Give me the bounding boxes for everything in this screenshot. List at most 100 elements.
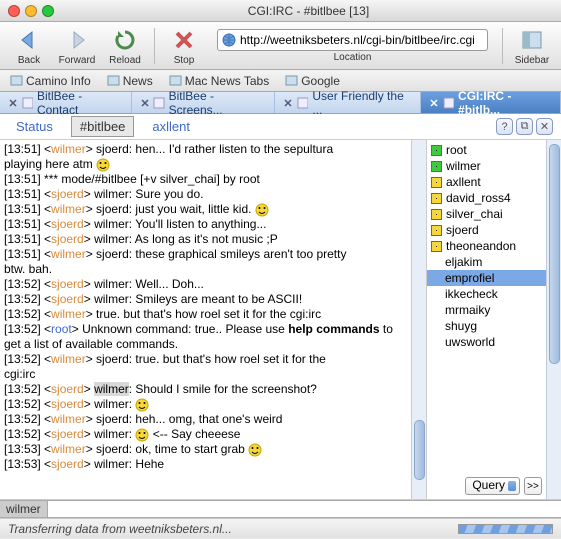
chat-line: [13:53] <wilmer> sjoerd: ok, time to sta… [4, 442, 407, 457]
stop-icon [170, 26, 198, 54]
status-text: Transferring data from weetniksbeters.nl… [8, 522, 232, 536]
browser-tab[interactable]: CGI:IRC - #bitlb... [421, 92, 561, 113]
irc-tabs: Status #bitlbee axllent ?⧉✕ [0, 114, 561, 140]
chat-log: [13:51] <wilmer> sjoerd: hen... I'd rath… [0, 140, 411, 499]
user-row[interactable]: eljakim [427, 254, 546, 270]
page-icon [22, 97, 33, 109]
page-icon [297, 97, 308, 109]
browser-tabs: BitlBee - ContactBitlBee - Screens...Use… [0, 92, 561, 114]
smile-icon [135, 428, 149, 442]
chat-line: [13:52] <sjoerd> wilmer: Smileys are mea… [4, 292, 407, 307]
user-row[interactable]: ·wilmer [427, 158, 546, 174]
chat-line: [13:52] <sjoerd> wilmer: Should I smile … [4, 382, 407, 397]
user-row[interactable]: ikkecheck [427, 286, 546, 302]
back-arrow-icon [15, 26, 43, 54]
url-text: http://weetniksbeters.nl/cgi-bin/bitlbee… [240, 33, 475, 47]
user-row[interactable]: ·david_ross4 [427, 190, 546, 206]
chat-line: [13:52] <sjoerd> wilmer: <-- Say cheeese [4, 427, 407, 442]
user-scrollbar[interactable] [546, 140, 561, 499]
pm-tab[interactable]: axllent [144, 117, 198, 136]
browser-tab[interactable]: BitlBee - Contact [0, 92, 132, 113]
bookmark-icon [107, 74, 120, 87]
user-status-icon: · [431, 193, 442, 204]
globe-icon [222, 33, 236, 47]
url-field[interactable]: http://weetniksbeters.nl/cgi-bin/bitlbee… [217, 29, 488, 51]
chat-line: [13:53] <sjoerd> wilmer: Hehe [4, 457, 407, 472]
chat-line: [13:51] <sjoerd> wilmer: You'll listen t… [4, 217, 407, 232]
smile-icon [96, 158, 110, 172]
chat-line: [13:51] <sjoerd> wilmer: Sure you do. [4, 187, 407, 202]
help-button[interactable]: ? [496, 118, 513, 135]
chat-line: [13:51] <sjoerd> wilmer: As long as it's… [4, 232, 407, 247]
status-bar: Transferring data from weetniksbeters.nl… [0, 518, 561, 538]
chat-scrollbar[interactable] [411, 140, 426, 499]
chat-line: [13:52] <sjoerd> wilmer: [4, 397, 407, 412]
bookmark-icon [169, 74, 182, 87]
chat-line: [13:52] <sjoerd> wilmer: Well... Doh... [4, 277, 407, 292]
user-row[interactable]: ·theoneandon [427, 238, 546, 254]
chat-input[interactable] [48, 501, 561, 517]
bookmark-icon [10, 74, 23, 87]
window-close-button[interactable] [8, 5, 20, 17]
user-status-icon: · [431, 145, 442, 156]
user-row[interactable]: emprofiel [427, 270, 546, 286]
forward-button[interactable]: Forward [56, 26, 98, 66]
user-list: ·root·wilmer·axllent·david_ross4·silver_… [427, 140, 546, 473]
chat-line: [13:52] <root> Unknown command: true.. P… [4, 322, 407, 352]
user-row[interactable]: ·silver_chai [427, 206, 546, 222]
forward-arrow-icon [63, 26, 91, 54]
close-button[interactable]: ✕ [536, 118, 553, 135]
bookmark-item[interactable]: Google [279, 73, 346, 89]
user-row[interactable]: mrmaiky [427, 302, 546, 318]
bookmark-icon [285, 74, 298, 87]
tab-close-icon[interactable] [140, 98, 150, 108]
bookmark-item[interactable]: News [101, 73, 159, 89]
query-select[interactable]: Query [465, 477, 520, 495]
status-tab[interactable]: Status [8, 117, 61, 136]
smile-icon [135, 398, 149, 412]
window-zoom-button[interactable] [42, 5, 54, 17]
sidebar-button[interactable]: Sidebar [511, 26, 553, 66]
channel-tab[interactable]: #bitlbee [71, 116, 135, 137]
user-row[interactable]: ·axllent [427, 174, 546, 190]
bookmark-item[interactable]: Mac News Tabs [163, 73, 275, 89]
back-button[interactable]: Back [8, 26, 50, 66]
options-button[interactable]: ⧉ [516, 118, 533, 135]
input-nick-label: wilmer [0, 501, 48, 517]
user-status-icon: · [431, 177, 442, 188]
user-row[interactable]: ·root [427, 142, 546, 158]
bookmark-item[interactable]: Camino Info [4, 73, 97, 89]
tab-close-icon[interactable] [8, 98, 18, 108]
chat-line: [13:51] <wilmer> sjoerd: these graphical… [4, 247, 407, 262]
chat-line: [13:52] <wilmer> sjoerd: true. but that'… [4, 352, 407, 367]
tab-close-icon[interactable] [429, 98, 439, 108]
window-minimize-button[interactable] [25, 5, 37, 17]
chat-line: [13:51] <wilmer> sjoerd: hen... I'd rath… [4, 142, 407, 157]
user-status-icon: · [431, 225, 442, 236]
user-panel: ·root·wilmer·axllent·david_ross4·silver_… [426, 140, 546, 499]
browser-toolbar: Back Forward Reload Stop http://weetniks… [0, 22, 561, 70]
user-row[interactable]: shuyg [427, 318, 546, 334]
window-titlebar: CGI:IRC - #bitlbee [13] [0, 0, 561, 22]
smile-icon [255, 203, 269, 217]
chat-line: [13:51] <wilmer> sjoerd: just you wait, … [4, 202, 407, 217]
chat-line: [13:51] *** mode/#bitlbee [+v silver_cha… [4, 172, 407, 187]
chat-line: playing here atm [4, 157, 407, 172]
tab-close-icon[interactable] [283, 98, 293, 108]
smile-icon [248, 443, 262, 457]
chat-input-row: wilmer [0, 500, 561, 518]
chat-line: btw. bah. [4, 262, 407, 277]
user-row[interactable]: uwsworld [427, 334, 546, 350]
query-go-button[interactable]: >> [524, 477, 542, 495]
user-row[interactable]: ·sjoerd [427, 222, 546, 238]
main-area: [13:51] <wilmer> sjoerd: hen... I'd rath… [0, 140, 561, 500]
reload-button[interactable]: Reload [104, 26, 146, 66]
user-status-icon: · [431, 241, 442, 252]
stop-button[interactable]: Stop [163, 26, 205, 66]
chat-line: [13:52] <wilmer> true. but that's how ro… [4, 307, 407, 322]
chat-line: cgi:irc [4, 367, 407, 382]
browser-tab[interactable]: User Friendly the ... [275, 92, 421, 113]
user-status-icon: · [431, 209, 442, 220]
browser-tab[interactable]: BitlBee - Screens... [132, 92, 276, 113]
page-icon [443, 97, 454, 109]
